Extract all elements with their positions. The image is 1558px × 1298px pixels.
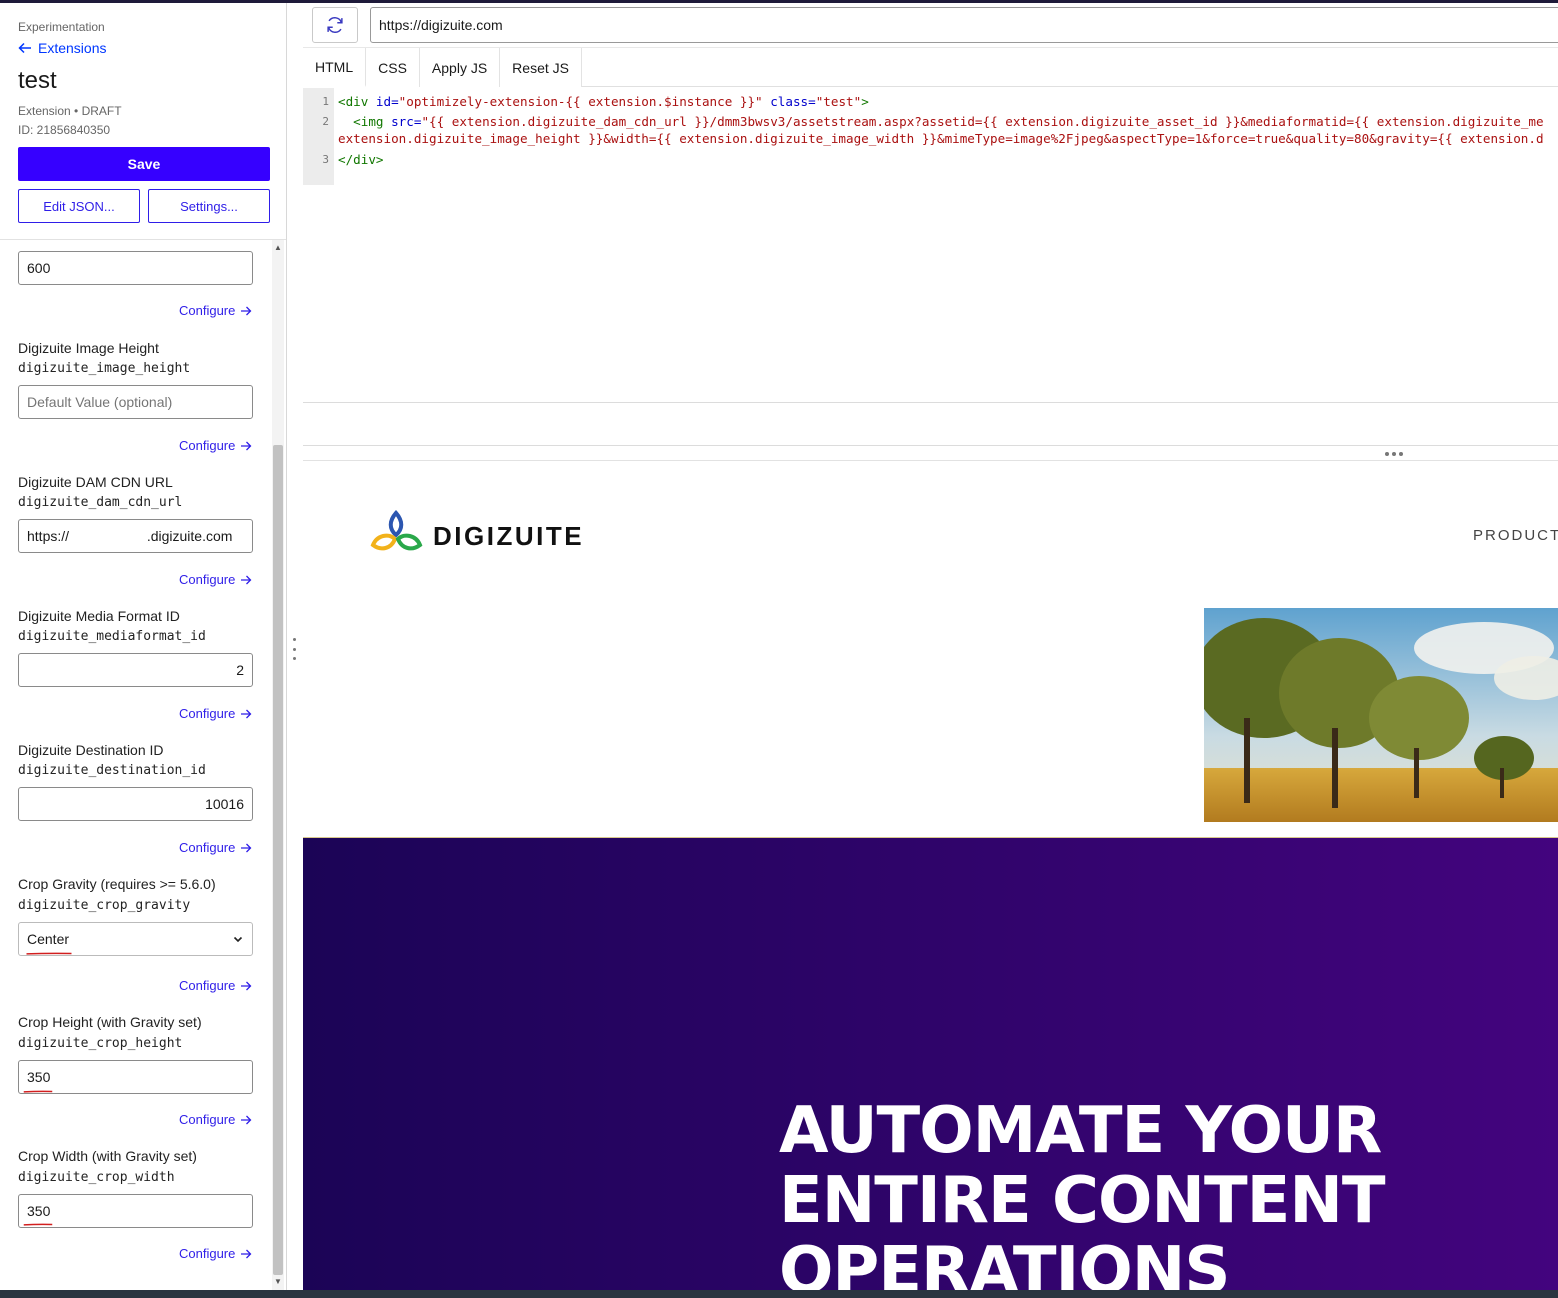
field-key: digizuite_image_height — [18, 361, 191, 376]
image-height-input[interactable] — [18, 385, 253, 419]
sidebar-header: Experimentation Extensions test Extensio… — [0, 3, 286, 240]
save-button[interactable]: Save — [18, 147, 270, 181]
fields-scroll-area[interactable]: ▲ ▼ Configure Digizuite Image Height dig… — [0, 240, 286, 1290]
configure-link[interactable]: Configure — [179, 840, 252, 855]
configure-label: Configure — [179, 438, 236, 453]
field-key: digizuite_destination_id — [18, 763, 206, 778]
taskbar-strip — [0, 1290, 1558, 1298]
annotation-underline — [26, 952, 72, 955]
image-width-input[interactable] — [18, 251, 253, 285]
digizuite-logo[interactable]: DIGIZUITE — [367, 509, 584, 563]
extension-sidebar: Experimentation Extensions test Extensio… — [0, 3, 287, 1290]
configure-link[interactable]: Configure — [179, 438, 252, 453]
crop-gravity-select[interactable]: Center — [18, 922, 253, 956]
configure-label: Configure — [179, 1112, 236, 1127]
refresh-preview-button[interactable] — [312, 7, 358, 43]
scrollbar-thumb[interactable] — [273, 445, 283, 1275]
field-key: digizuite_crop_height — [18, 1036, 183, 1051]
field-key: digizuite_crop_gravity — [18, 898, 191, 913]
field-label: Crop Height (with Gravity set) — [18, 1014, 202, 1030]
trees-landscape-image — [1204, 608, 1558, 822]
sidebar-resize-handle[interactable] — [291, 638, 297, 660]
field-label: Digizuite DAM CDN URL — [18, 474, 173, 490]
arrow-right-icon — [241, 1249, 252, 1258]
arrow-right-icon — [241, 709, 252, 718]
hero-headline: AUTOMATE YOUR ENTIRE CONTENT OPERATIONS — [779, 1096, 1479, 1290]
extension-id: ID: 21856840350 — [18, 123, 111, 137]
logo-text: DIGIZUITE — [433, 520, 585, 551]
configure-label: Configure — [179, 706, 236, 721]
code-line-1: <div id="optimizely-extension-{{ extensi… — [338, 94, 869, 109]
tab-html[interactable]: HTML — [303, 48, 367, 87]
edit-json-button[interactable]: Edit JSON... — [18, 189, 140, 223]
arrow-right-icon — [241, 843, 252, 852]
configure-link[interactable]: Configure — [179, 706, 252, 721]
configure-link[interactable]: Configure — [179, 1112, 252, 1127]
field-key: digizuite_crop_width — [18, 1170, 175, 1185]
extension-status: Extension • DRAFT — [18, 104, 122, 118]
configure-label: Configure — [179, 978, 236, 993]
arrow-right-icon — [241, 441, 252, 450]
destination-id-input[interactable] — [18, 787, 253, 821]
chevron-down-icon — [233, 936, 243, 943]
arrow-left-icon — [18, 42, 31, 54]
hero-line: ENTIRE CONTENT — [779, 1164, 1386, 1238]
nav-item-product[interactable]: PRODUCT — [1473, 527, 1558, 544]
configure-link[interactable]: Configure — [179, 1246, 252, 1261]
scroll-down-icon[interactable]: ▼ — [272, 1276, 284, 1288]
configure-label: Configure — [179, 840, 236, 855]
configure-link[interactable]: Configure — [179, 572, 252, 587]
crop-height-input[interactable] — [18, 1060, 253, 1094]
tab-apply-js[interactable]: Apply JS — [419, 48, 501, 87]
tab-css[interactable]: CSS — [366, 48, 420, 87]
hero-image — [1204, 608, 1558, 822]
line-number: 1 — [322, 95, 329, 108]
arrow-right-icon — [241, 306, 252, 315]
line-number: 2 — [322, 115, 329, 128]
back-link-label: Extensions — [38, 40, 107, 56]
preview-url-input[interactable] — [370, 7, 1558, 43]
code-line-2-wrap: extension.digizuite_image_height }}&widt… — [338, 131, 1544, 146]
annotation-underline — [23, 1090, 53, 1093]
configure-link[interactable]: Configure — [179, 978, 252, 993]
editor-footer — [303, 403, 1558, 446]
arrow-right-icon — [241, 575, 252, 584]
digizuite-logo-icon — [370, 509, 423, 551]
hero-line: OPERATIONS — [779, 1234, 1230, 1290]
configure-link[interactable]: Configure — [179, 303, 252, 318]
arrow-right-icon — [241, 1115, 252, 1124]
crop-gravity-selected: Center — [27, 931, 70, 947]
field-label: Digizuite Destination ID — [18, 742, 164, 758]
configure-label: Configure — [179, 1246, 236, 1261]
field-label: Digizuite Image Height — [18, 340, 159, 356]
code-tabs: HTML CSS Apply JS Reset JS — [303, 47, 1558, 87]
scroll-up-icon[interactable]: ▲ — [272, 242, 284, 254]
configure-label: Configure — [179, 572, 236, 587]
code-line-3: </div> — [338, 152, 384, 167]
dam-cdn-url-input[interactable] — [18, 519, 253, 553]
back-to-extensions-link[interactable]: Extensions — [18, 40, 106, 56]
field-label: Crop Width (with Gravity set) — [18, 1148, 197, 1164]
field-label: Digizuite Media Format ID — [18, 608, 180, 624]
field-key: digizuite_dam_cdn_url — [18, 495, 183, 510]
code-editor[interactable]: 1 2 3 <div id="optimizely-extension-{{ e… — [303, 88, 1558, 403]
hero-banner: AUTOMATE YOUR ENTIRE CONTENT OPERATIONS — [303, 837, 1558, 1290]
code-line-2: <img src="{{ extension.digizuite_dam_cdn… — [353, 114, 1544, 129]
mediaformat-id-input[interactable] — [18, 653, 253, 687]
annotation-underline — [23, 1223, 53, 1226]
preview-resize-handle[interactable] — [1385, 452, 1403, 456]
tab-reset-js[interactable]: Reset JS — [500, 48, 582, 87]
refresh-icon — [327, 17, 343, 33]
field-label: Crop Gravity (requires >= 5.6.0) — [18, 876, 216, 892]
breadcrumb: Experimentation — [18, 20, 105, 34]
configure-label: Configure — [179, 303, 236, 318]
extension-name: test — [18, 67, 57, 94]
arrow-right-icon — [241, 981, 252, 990]
field-key: digizuite_mediaformat_id — [18, 629, 206, 644]
main-editor-area: HTML CSS Apply JS Reset JS 1 2 3 <div id… — [303, 3, 1558, 1290]
settings-button[interactable]: Settings... — [148, 189, 270, 223]
line-number: 3 — [322, 153, 329, 166]
hero-line: AUTOMATE YOUR — [779, 1094, 1382, 1168]
site-preview[interactable]: DIGIZUITE PRODUCT AUTOMATE YOUR ENTIRE C… — [303, 461, 1558, 1290]
